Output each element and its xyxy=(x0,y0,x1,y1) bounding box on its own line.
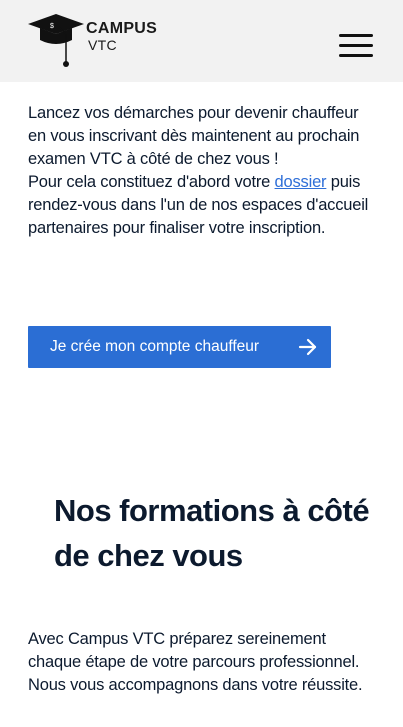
campus-vtc-logo[interactable]: $ CAMPUS VTC xyxy=(28,12,157,70)
logo-wordmark-vtc: VTC xyxy=(88,37,117,53)
arrow-right-icon xyxy=(298,338,317,356)
formations-title: Nos formations à côté de chez vous xyxy=(54,493,370,573)
svg-text:$: $ xyxy=(50,23,54,30)
create-driver-account-button[interactable]: Je crée mon compte chauffeur xyxy=(28,326,331,368)
graduation-cap-icon: $ xyxy=(28,14,84,67)
intro-paragraph-2: Pour cela constituez d'abord votre dossi… xyxy=(28,173,369,237)
intro-paragraph-1: Lancez vos démarches pour devenir chauff… xyxy=(28,104,360,168)
intro-text: Lancez vos démarches pour devenir chauff… xyxy=(28,102,373,240)
cta-label: Je crée mon compte chauffeur xyxy=(50,338,260,355)
hamburger-icon xyxy=(339,34,373,37)
formations-text: Avec Campus VTC préparez sereinement cha… xyxy=(28,630,363,694)
site-header: $ CAMPUS VTC xyxy=(0,0,403,82)
dossier-link[interactable]: dossier xyxy=(275,173,327,191)
hamburger-menu-button[interactable] xyxy=(336,31,376,61)
logo-wordmark-campus: CAMPUS xyxy=(86,20,158,37)
